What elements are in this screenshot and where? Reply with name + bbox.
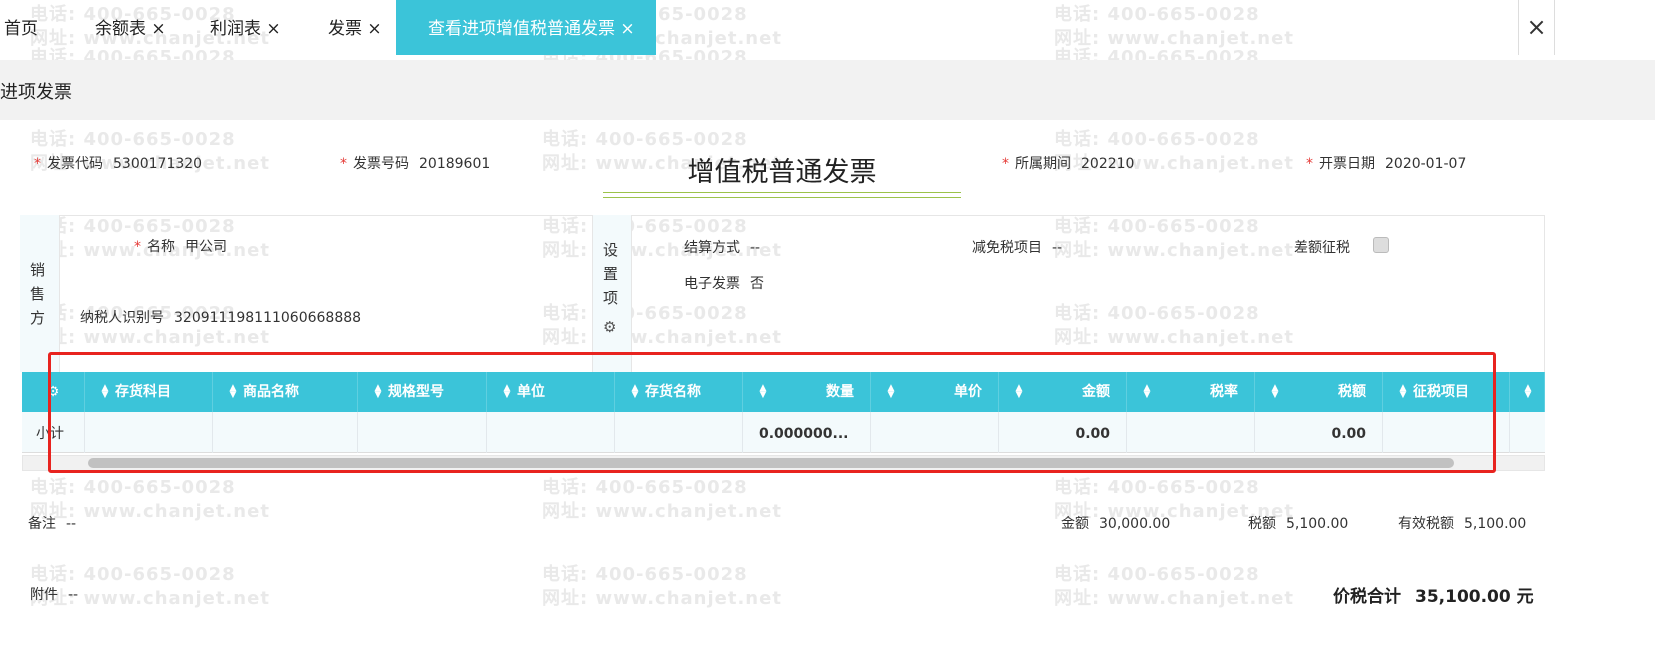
tab-label: 首页 [4,19,38,39]
tab-balance[interactable]: 余额表 × [95,0,166,55]
watermark-text: 电话: 400-665-0028 [1054,4,1260,25]
close-all-button[interactable]: × [1518,0,1555,55]
issue-date-field: * 开票日期 2020-01-07 [1306,156,1467,172]
period-field: * 所属期间 202210 [1002,156,1135,172]
seller-taxid-field: 纳税人识别号 320911198111060668888 [80,310,362,326]
close-icon: × [1526,13,1547,41]
invoice-number-field: * 发票号码 20189601 [340,156,491,172]
tab-view-invoice[interactable]: 查看进项增值税普通发票 × [396,0,656,55]
watermark-text: 电话: 400-665-0028 [542,477,748,498]
remark-field: 备注 -- [28,516,77,532]
column-header[interactable]: ▲ ▼ [1510,372,1545,412]
watermark-text: 电话: 400-665-0028 [542,564,748,585]
tab-label: 利润表 [210,19,261,39]
close-icon[interactable]: × [620,19,634,39]
page-title: 进项发票 [0,82,72,103]
tab-label: 查看进项增值税普通发票 [428,19,615,39]
watermark-text: 电话: 400-665-0028 [30,564,236,585]
attachment-field: 附件 -- [30,587,79,603]
close-icon[interactable]: × [151,19,165,39]
watermark-text: 电话: 400-665-0028 [1054,129,1260,150]
tab-home[interactable]: 首页 [4,0,38,55]
settings-label: 设置项 [603,241,619,307]
watermark-text: 电话: 400-665-0028 [30,129,236,150]
effective-tax-field: 有效税额 5,100.00 [1398,516,1527,532]
watermark-text: 电话: 400-665-0028 [542,129,748,150]
close-icon[interactable]: × [367,19,381,39]
tab-label: 余额表 [95,19,146,39]
highlight-box [48,352,1496,473]
watermark-text: 网址: www.chanjet.net [1054,588,1294,609]
watermark-text: 电话: 400-665-0028 [30,477,236,498]
tax-field: 税额 5,100.00 [1248,516,1349,532]
title-underline [603,192,961,198]
gear-icon[interactable]: ⚙ [603,318,616,336]
tab-profit[interactable]: 利润表 × [210,0,281,55]
total-field: 价税合计 35,100.00 元 [1333,587,1534,607]
watermark-text: 网址: www.chanjet.net [1054,28,1294,49]
settlement-field: 结算方式 -- [684,240,761,256]
exemption-field: 减免税项目 -- [972,240,1063,256]
watermark-text: 电话: 400-665-0028 [1054,564,1260,585]
tab-invoice[interactable]: 发票 × [328,0,382,55]
watermark-text: 网址: www.chanjet.net [542,501,782,522]
e-invoice-field: 电子发票否 [684,276,764,292]
diff-tax-field: 差额征税 [1294,240,1350,256]
sort-icon[interactable]: ▲ ▼ [1522,384,1534,400]
diff-tax-checkbox[interactable] [1373,237,1389,253]
close-icon[interactable]: × [266,19,280,39]
tab-label: 发票 [328,19,362,39]
amount-field: 金额 30,000.00 [1061,516,1171,532]
watermark-text: 电话: 400-665-0028 [1054,477,1260,498]
invoice-title: 增值税普通发票 [687,157,877,188]
watermark-text: 网址: www.chanjet.net [542,588,782,609]
seller-section-label: 销售方 [30,261,46,327]
seller-name-field: * 名称 甲公司 [134,239,227,255]
invoice-code-field: * 发票代码 5300171320 [34,156,203,172]
